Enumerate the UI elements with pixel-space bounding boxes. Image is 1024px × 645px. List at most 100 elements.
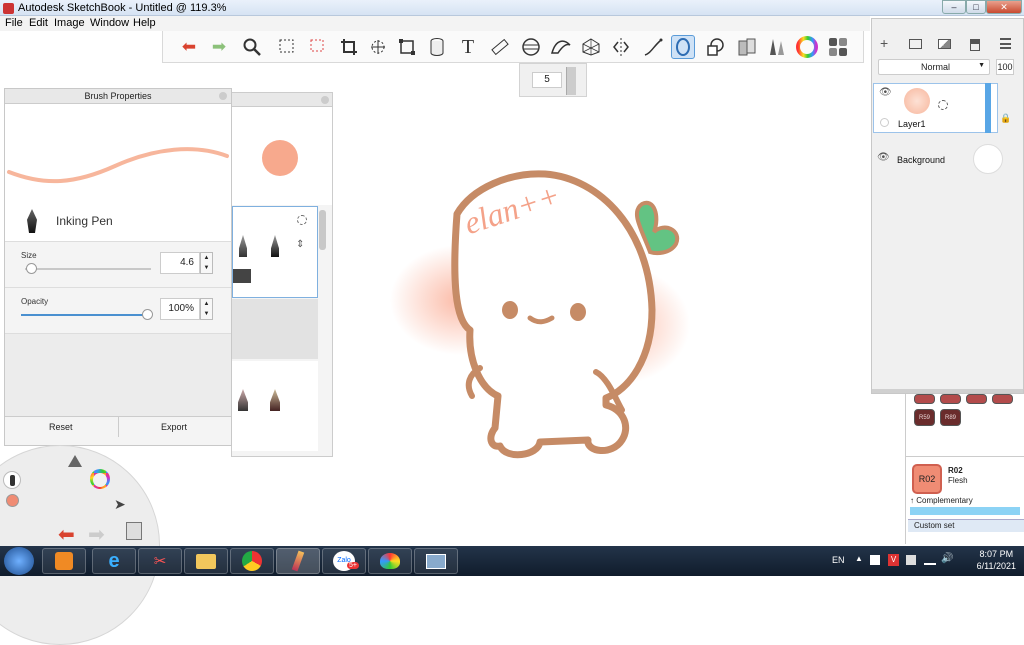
start-button[interactable] — [4, 547, 34, 575]
add-image-icon[interactable] — [938, 39, 951, 49]
color-swatch[interactable] — [992, 394, 1013, 404]
taskbar-sketchbook[interactable] — [276, 548, 320, 574]
add-group-icon[interactable] — [909, 39, 922, 49]
ruler-icon[interactable] — [488, 35, 512, 59]
menu-edit[interactable]: Edit — [29, 17, 48, 29]
stroke-icon[interactable] — [641, 35, 665, 59]
visibility-eye-icon[interactable]: 👁 — [877, 152, 890, 163]
perspective-icon[interactable] — [579, 35, 603, 59]
taskbar-chrome[interactable] — [230, 548, 274, 574]
export-button[interactable]: Export — [161, 422, 187, 432]
pen-brush-icon[interactable] — [239, 235, 247, 257]
zoom-icon[interactable] — [240, 35, 264, 59]
taskbar-window[interactable] — [414, 548, 458, 574]
taskbar-zalo[interactable]: Zalo 5+ — [322, 548, 366, 574]
taskbar-explorer[interactable] — [184, 548, 228, 574]
current-color-swatch[interactable]: R02 — [912, 464, 942, 494]
brush-tool-icon[interactable] — [3, 471, 21, 489]
tray-app-icon[interactable] — [870, 555, 880, 565]
shape-icon[interactable] — [703, 35, 727, 59]
reorder-icon[interactable]: ⇕ — [296, 239, 304, 250]
menu-image[interactable]: Image — [54, 17, 85, 29]
brush-set-second[interactable] — [232, 361, 318, 451]
undo-icon[interactable]: ⬅ — [177, 35, 201, 59]
color-swatch[interactable] — [966, 394, 987, 404]
opacity-slider[interactable] — [21, 314, 147, 316]
opacity-stepper[interactable]: ▲ ▼ — [200, 298, 213, 320]
panel-resize-handle[interactable] — [872, 389, 1023, 393]
color-swatch[interactable] — [940, 394, 961, 404]
show-hidden-icons[interactable]: ▲ — [855, 554, 863, 563]
taskbar-snipping-tool[interactable]: ✂ — [138, 548, 182, 574]
tray-v-icon[interactable]: V — [888, 554, 899, 566]
layer-radial-icon[interactable] — [126, 522, 142, 540]
predictive-stroke-icon[interactable] — [671, 35, 695, 59]
palette-icon[interactable] — [826, 35, 850, 59]
layer-item-layer1[interactable]: 👁 Layer1 — [873, 83, 998, 133]
taskbar-paint[interactable] — [368, 548, 412, 574]
canvas-drawing[interactable]: elan++ — [360, 160, 720, 470]
blend-mode-select[interactable]: Normal ▼ — [878, 59, 990, 75]
marker-brush-icon[interactable] — [271, 235, 279, 257]
close-panel-icon[interactable] — [321, 96, 329, 104]
ellipse-icon[interactable] — [519, 35, 543, 59]
reset-button[interactable]: Reset — [49, 422, 73, 432]
select-rect-icon[interactable] — [275, 35, 299, 59]
color-swatch-r59[interactable]: R59 — [914, 409, 935, 426]
taskbar-media-player[interactable] — [42, 548, 86, 574]
select-arrow-icon[interactable]: ➤ — [114, 496, 126, 513]
opacity-input[interactable]: 100% — [160, 298, 200, 320]
system-clock[interactable]: 8:07 PM 6/11/2021 — [977, 548, 1016, 572]
redo-radial-icon[interactable]: ➡ — [88, 522, 105, 547]
eraser-brush-icon[interactable] — [233, 269, 251, 283]
minimize-button[interactable]: – — [942, 0, 966, 14]
language-indicator[interactable]: EN — [832, 555, 845, 565]
brush-size-slider[interactable] — [566, 67, 576, 95]
brush-size-value[interactable]: 5 — [532, 72, 562, 88]
tray-flag-icon[interactable] — [906, 555, 916, 565]
brush-icon[interactable] — [765, 35, 789, 59]
paint-brush-icon[interactable] — [270, 389, 280, 411]
ink-brush-icon[interactable] — [238, 389, 248, 411]
volume-icon[interactable]: 🔊 — [941, 553, 953, 564]
size-slider[interactable] — [25, 268, 151, 270]
crop-icon[interactable] — [337, 35, 361, 59]
layer-lock-icon[interactable] — [880, 118, 889, 127]
text-icon[interactable]: T — [456, 35, 480, 59]
visibility-eye-icon[interactable]: 👁 — [879, 87, 892, 98]
color-swatch[interactable] — [914, 394, 935, 404]
copic-icon[interactable] — [735, 35, 759, 59]
layer-settings-icon[interactable] — [938, 100, 948, 110]
layer-opacity-input[interactable]: 100 — [996, 59, 1014, 75]
add-layer-icon[interactable]: + — [880, 35, 888, 51]
maximize-button[interactable]: □ — [966, 0, 986, 14]
layer-lock-toggle-icon[interactable]: 🔒 — [1000, 113, 1011, 124]
brush-settings-icon[interactable] — [297, 215, 307, 225]
merge-layer-icon[interactable] — [970, 39, 980, 51]
network-icon[interactable] — [924, 555, 936, 565]
menu-help[interactable]: Help — [133, 17, 156, 29]
french-curve-icon[interactable] — [549, 35, 573, 59]
size-input[interactable]: 4.6 — [160, 252, 200, 274]
close-button[interactable]: ✕ — [986, 0, 1022, 14]
brush-library-scrollbar[interactable] — [319, 210, 326, 250]
distort-icon[interactable] — [395, 35, 419, 59]
opacity-slider-knob[interactable] — [142, 309, 153, 320]
current-color-icon[interactable] — [6, 494, 19, 507]
taskbar-internet-explorer[interactable]: e — [92, 548, 136, 574]
select-lasso-icon[interactable] — [304, 35, 328, 59]
custom-set-tab[interactable]: Custom set — [908, 519, 1024, 532]
redo-icon[interactable]: ➡ — [207, 35, 231, 59]
color-wheel-icon[interactable] — [795, 35, 819, 59]
size-stepper[interactable]: ▲ ▼ — [200, 252, 213, 274]
brush-set-selected[interactable]: ⇕ — [232, 206, 318, 298]
undo-radial-icon[interactable]: ⬅ — [58, 522, 75, 547]
size-slider-knob[interactable] — [26, 263, 38, 274]
transform-icon[interactable] — [366, 35, 390, 59]
symmetry-icon[interactable] — [609, 35, 633, 59]
menu-file[interactable]: File — [5, 17, 23, 29]
layer-item-background[interactable]: 👁 Background — [872, 139, 1023, 179]
color-swatch-r89[interactable]: R89 — [940, 409, 961, 426]
menu-window[interactable]: Window — [90, 17, 129, 29]
close-panel-icon[interactable] — [219, 92, 227, 100]
